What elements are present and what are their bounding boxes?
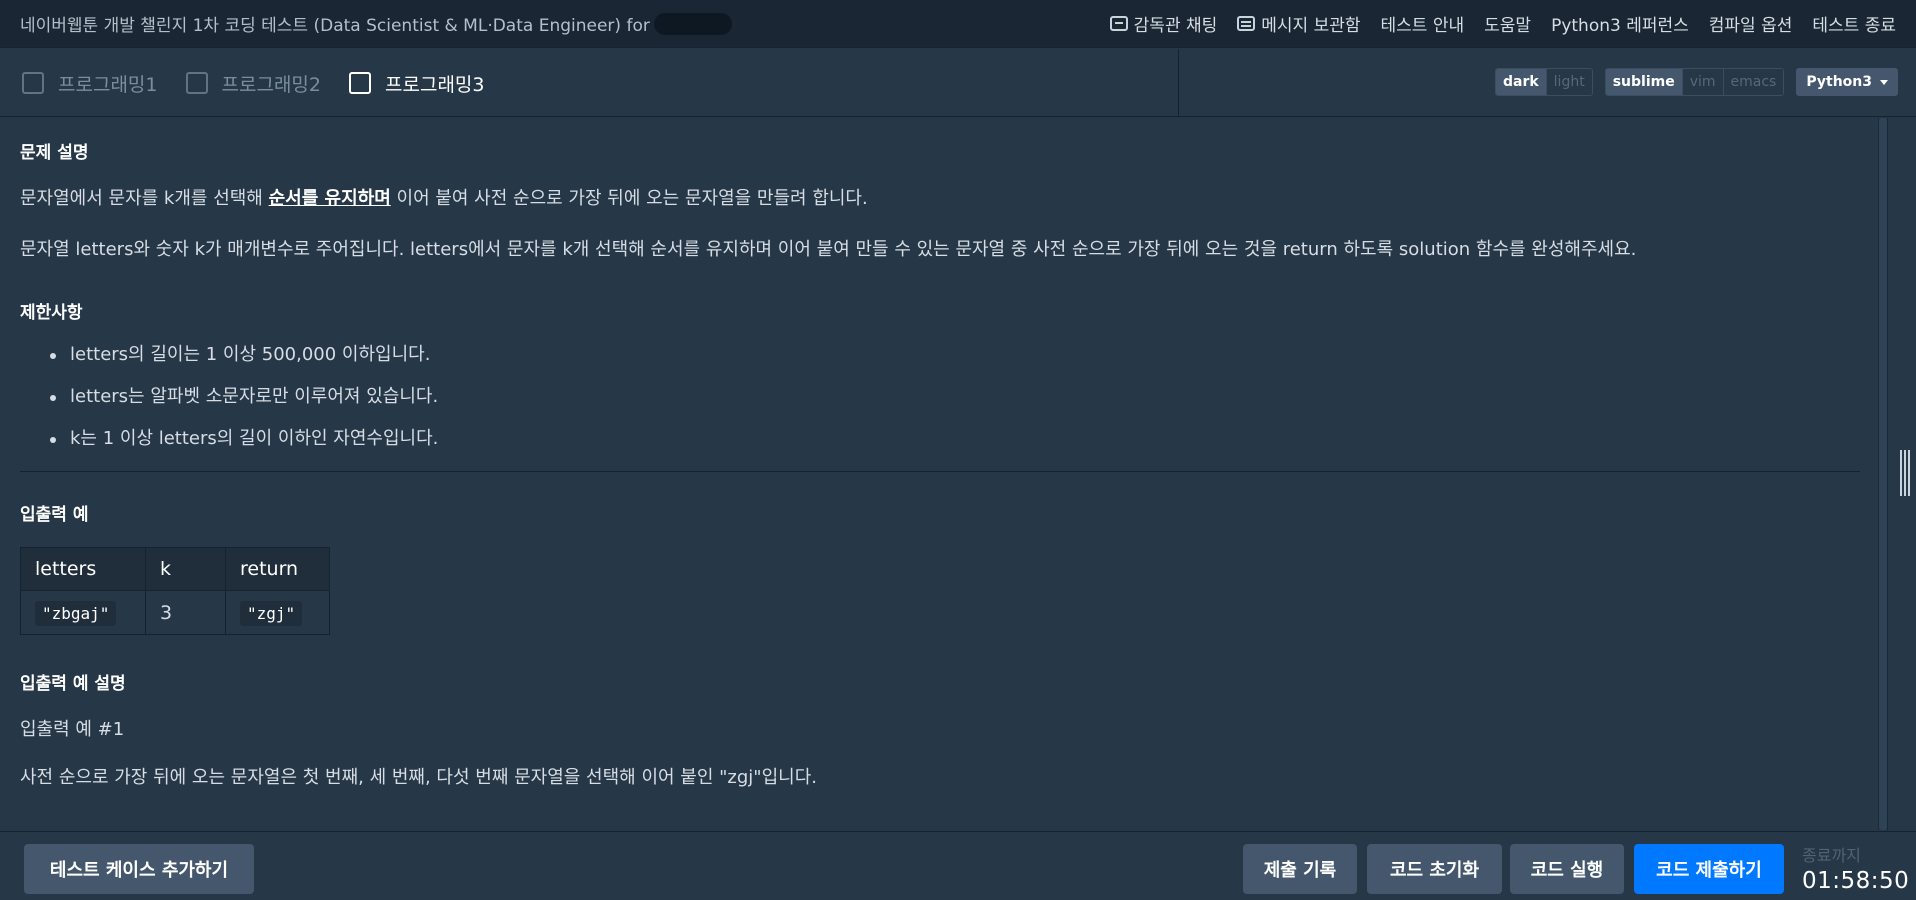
description-text: 이어 붙여 사전 순으로 가장 뒤에 오는 문자열을 만들려 합니다. xyxy=(390,188,868,209)
reset-code-button[interactable]: 코드 초기화 xyxy=(1367,844,1502,894)
language-select[interactable]: Python3 xyxy=(1796,68,1898,96)
tab-label: 프로그래밍1 xyxy=(58,73,158,96)
chat-icon xyxy=(1109,16,1128,31)
io-explain-subheading: 입출력 예 #1 xyxy=(20,719,125,740)
nav-end-test-label: 테스트 종료 xyxy=(1812,16,1896,36)
nav-python-reference-label: Python3 레퍼런스 xyxy=(1551,16,1689,36)
top-nav: 감독관 채팅 메시지 보관함 테스트 안내 도움말 Python3 레퍼런스 컴… xyxy=(1109,11,1896,36)
description-paragraph-2: 문자열 letters와 숫자 k가 매개변수로 주어집니다. letters에… xyxy=(20,239,1637,260)
description-heading: 문제 설명 xyxy=(20,143,89,163)
tab-checkbox[interactable] xyxy=(185,72,208,94)
problem-tabs: 프로그래밍1 프로그래밍2 프로그래밍3 xyxy=(22,49,485,117)
io-explain-heading: 입출력 예 설명 xyxy=(20,674,126,694)
code-value: "zgj" xyxy=(240,600,303,626)
description-emphasis: 순서를 유지하며 xyxy=(268,188,391,209)
io-explain-text: 사전 순으로 가장 뒤에 오는 문자열은 첫 번째, 세 번째, 다섯 번째 문… xyxy=(20,767,817,788)
tab-programming-1[interactable]: 프로그래밍1 xyxy=(22,70,158,97)
bottom-bar: 테스트 케이스 추가하기 제출 기록 코드 초기화 코드 실행 코드 제출하기 … xyxy=(0,831,1916,900)
io-example-table: letters k return "zbgaj" 3 "zgj" xyxy=(20,547,330,635)
pane-divider xyxy=(1178,49,1179,117)
nav-end-test[interactable]: 테스트 종료 xyxy=(1812,11,1896,36)
io-example-heading: 입출력 예 xyxy=(20,505,89,525)
nav-help-label: 도움말 xyxy=(1484,16,1532,36)
constraints-list: letters의 길이는 1 이상 500,000 이하입니다. letters… xyxy=(50,341,1858,453)
theme-light-option[interactable]: light xyxy=(1545,69,1592,95)
submit-code-button[interactable]: 코드 제출하기 xyxy=(1634,844,1784,894)
nav-help[interactable]: 도움말 xyxy=(1484,11,1531,36)
table-header: letters xyxy=(20,547,146,591)
chevron-down-icon xyxy=(1880,79,1888,85)
redacted-username xyxy=(653,12,732,35)
editor-options: dark light sublime vim emacs Python3 xyxy=(1494,68,1898,96)
test-title: 네이버웹툰 개발 챌린지 1차 코딩 테스트 (Data Scientist &… xyxy=(20,16,650,36)
nav-message-box[interactable]: 메시지 보관함 xyxy=(1237,11,1361,36)
theme-dark-option[interactable]: dark xyxy=(1495,69,1546,95)
test-title-wrap: 네이버웹툰 개발 챌린지 1차 코딩 테스트 (Data Scientist &… xyxy=(20,11,732,36)
tab-checkbox[interactable] xyxy=(349,72,371,94)
tab-label: 프로그래밍3 xyxy=(385,73,485,96)
table-row: "zbgaj" 3 "zgj" xyxy=(20,590,330,635)
nav-python-reference[interactable]: Python3 레퍼런스 xyxy=(1551,11,1689,36)
constraint-item: letters의 길이는 1 이상 500,000 이하입니다. xyxy=(50,341,1858,369)
nav-compile-options-label: 컴파일 옵션 xyxy=(1708,16,1793,36)
pane-resize-handle[interactable] xyxy=(1900,450,1912,496)
constraint-item: k는 1 이상 letters의 길이 이하인 자연수입니다. xyxy=(50,425,1858,453)
message-box-icon xyxy=(1237,16,1256,31)
add-testcase-button[interactable]: 테스트 케이스 추가하기 xyxy=(24,844,254,894)
constraint-item: letters는 알파벳 소문자로만 이루어져 있습니다. xyxy=(50,383,1858,411)
timer-label: 종료까지 xyxy=(1802,846,1861,865)
scrollbar-thumb[interactable] xyxy=(1879,118,1887,830)
submit-history-button[interactable]: 제출 기록 xyxy=(1243,844,1357,894)
keymap-toggle: sublime vim emacs xyxy=(1604,68,1785,96)
theme-toggle: dark light xyxy=(1494,68,1593,96)
table-cell: 3 xyxy=(145,590,226,635)
code-value: "zbgaj" xyxy=(35,600,117,626)
table-header: k xyxy=(145,547,226,591)
tab-programming-3[interactable]: 프로그래밍3 xyxy=(349,70,485,97)
nav-proctor-chat-label: 감독관 채팅 xyxy=(1133,16,1218,36)
run-code-button[interactable]: 코드 실행 xyxy=(1510,844,1624,894)
constraints-heading: 제한사항 xyxy=(20,303,83,323)
nav-test-guide-label: 테스트 안내 xyxy=(1380,16,1465,36)
nav-compile-options[interactable]: 컴파일 옵션 xyxy=(1709,11,1793,36)
nav-proctor-chat[interactable]: 감독관 채팅 xyxy=(1109,11,1218,36)
timer-value: 01:58:50 xyxy=(1802,868,1910,894)
table-header-row: letters k return xyxy=(20,547,330,591)
countdown-timer: 종료까지 01:58:50 xyxy=(1802,842,1909,894)
table-header: return xyxy=(225,547,330,591)
section-divider xyxy=(20,471,1860,472)
description-paragraph-1: 문자열에서 문자를 k개를 선택해 순서를 유지하며 이어 붙여 사전 순으로 … xyxy=(20,185,1858,213)
language-select-value: Python3 xyxy=(1806,74,1872,90)
tab-programming-2[interactable]: 프로그래밍2 xyxy=(185,70,322,97)
tab-checkbox[interactable] xyxy=(22,72,44,94)
top-bar: 네이버웹툰 개발 챌린지 1차 코딩 테스트 (Data Scientist &… xyxy=(0,0,1916,48)
keymap-sublime-option[interactable]: sublime xyxy=(1605,69,1682,95)
keymap-vim-option[interactable]: vim xyxy=(1681,69,1723,95)
description-text: 문자열에서 문자를 k개를 선택해 xyxy=(20,188,269,209)
nav-message-box-label: 메시지 보관함 xyxy=(1261,16,1361,36)
nav-test-guide[interactable]: 테스트 안내 xyxy=(1381,11,1465,36)
keymap-emacs-option[interactable]: emacs xyxy=(1722,69,1784,95)
problem-description: 문제 설명 문자열에서 문자를 k개를 선택해 순서를 유지하며 이어 붙여 사… xyxy=(0,118,1878,830)
tabs-row: 프로그래밍1 프로그래밍2 프로그래밍3 dark light sublime … xyxy=(0,49,1916,117)
tab-label: 프로그래밍2 xyxy=(221,73,322,96)
table-cell: "zbgaj" xyxy=(20,590,146,635)
table-cell: "zgj" xyxy=(225,590,330,635)
